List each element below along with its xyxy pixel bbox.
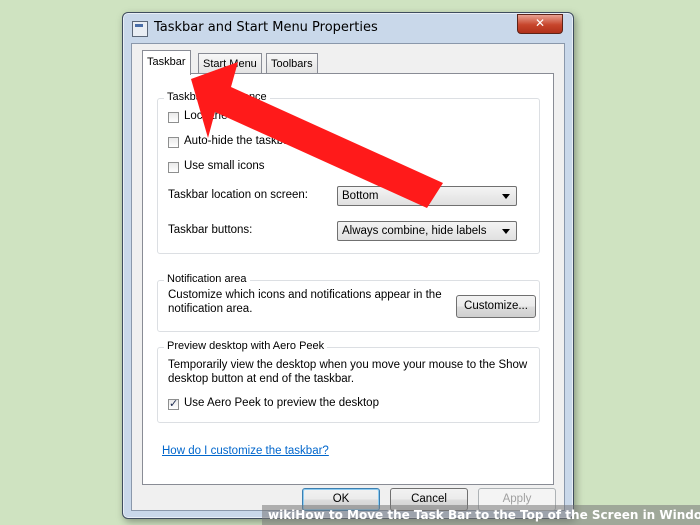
small-icons-label: Use small icons: [184, 160, 265, 172]
aero-peek-group: Preview desktop with Aero Peek Temporari…: [157, 340, 540, 423]
help-link[interactable]: How do I customize the taskbar?: [162, 445, 329, 457]
tab-start-menu[interactable]: Start Menu: [198, 53, 262, 73]
notification-area-group: Notification area Customize which icons …: [157, 273, 540, 332]
tab-toolbars[interactable]: Toolbars: [266, 53, 318, 73]
taskbar-location-select[interactable]: Bottom: [337, 186, 517, 206]
lock-taskbar-label: Lock the taskbar: [184, 110, 269, 122]
taskbar-appearance-group: Taskbar appearance Lock the taskbar Auto…: [157, 91, 540, 254]
group-title: Preview desktop with Aero Peek: [164, 340, 328, 352]
taskbar-buttons-value: Always combine, hide labels: [342, 225, 487, 237]
taskbar-properties-dialog: Taskbar and Start Menu Properties ✕ Task…: [122, 12, 574, 519]
taskbar-tab-panel: Taskbar appearance Lock the taskbar Auto…: [142, 73, 554, 485]
window-icon: [132, 21, 148, 37]
close-button[interactable]: ✕: [517, 14, 563, 34]
dialog-client: Taskbar Start Menu Toolbars Taskbar appe…: [131, 43, 565, 511]
tab-taskbar[interactable]: Taskbar: [142, 50, 191, 75]
taskbar-location-value: Bottom: [342, 190, 379, 202]
wikihow-watermark: wikiHow to Move the Task Bar to the Top …: [262, 505, 700, 525]
aero-peek-description: Temporarily view the desktop when you mo…: [168, 359, 528, 385]
dropdown-arrow-icon: [502, 229, 510, 234]
window-title: Taskbar and Start Menu Properties: [154, 20, 378, 35]
notification-description: Customize which icons and notifications …: [168, 289, 442, 315]
customize-button[interactable]: Customize...: [456, 295, 536, 318]
group-title: Notification area: [164, 273, 250, 285]
title-bar[interactable]: Taskbar and Start Menu Properties ✕: [123, 13, 573, 43]
group-title: Taskbar appearance: [164, 91, 270, 103]
taskbar-buttons-select[interactable]: Always combine, hide labels: [337, 221, 517, 241]
auto-hide-label: Auto-hide the taskbar: [184, 135, 294, 147]
auto-hide-checkbox[interactable]: [168, 137, 179, 148]
small-icons-checkbox[interactable]: [168, 162, 179, 173]
taskbar-buttons-label: Taskbar buttons:: [168, 224, 253, 236]
aero-peek-checkbox[interactable]: [168, 397, 179, 410]
dropdown-arrow-icon: [502, 194, 510, 199]
lock-taskbar-checkbox[interactable]: [168, 112, 179, 123]
aero-peek-label: Use Aero Peek to preview the desktop: [184, 397, 379, 409]
location-label: Taskbar location on screen:: [168, 189, 308, 201]
